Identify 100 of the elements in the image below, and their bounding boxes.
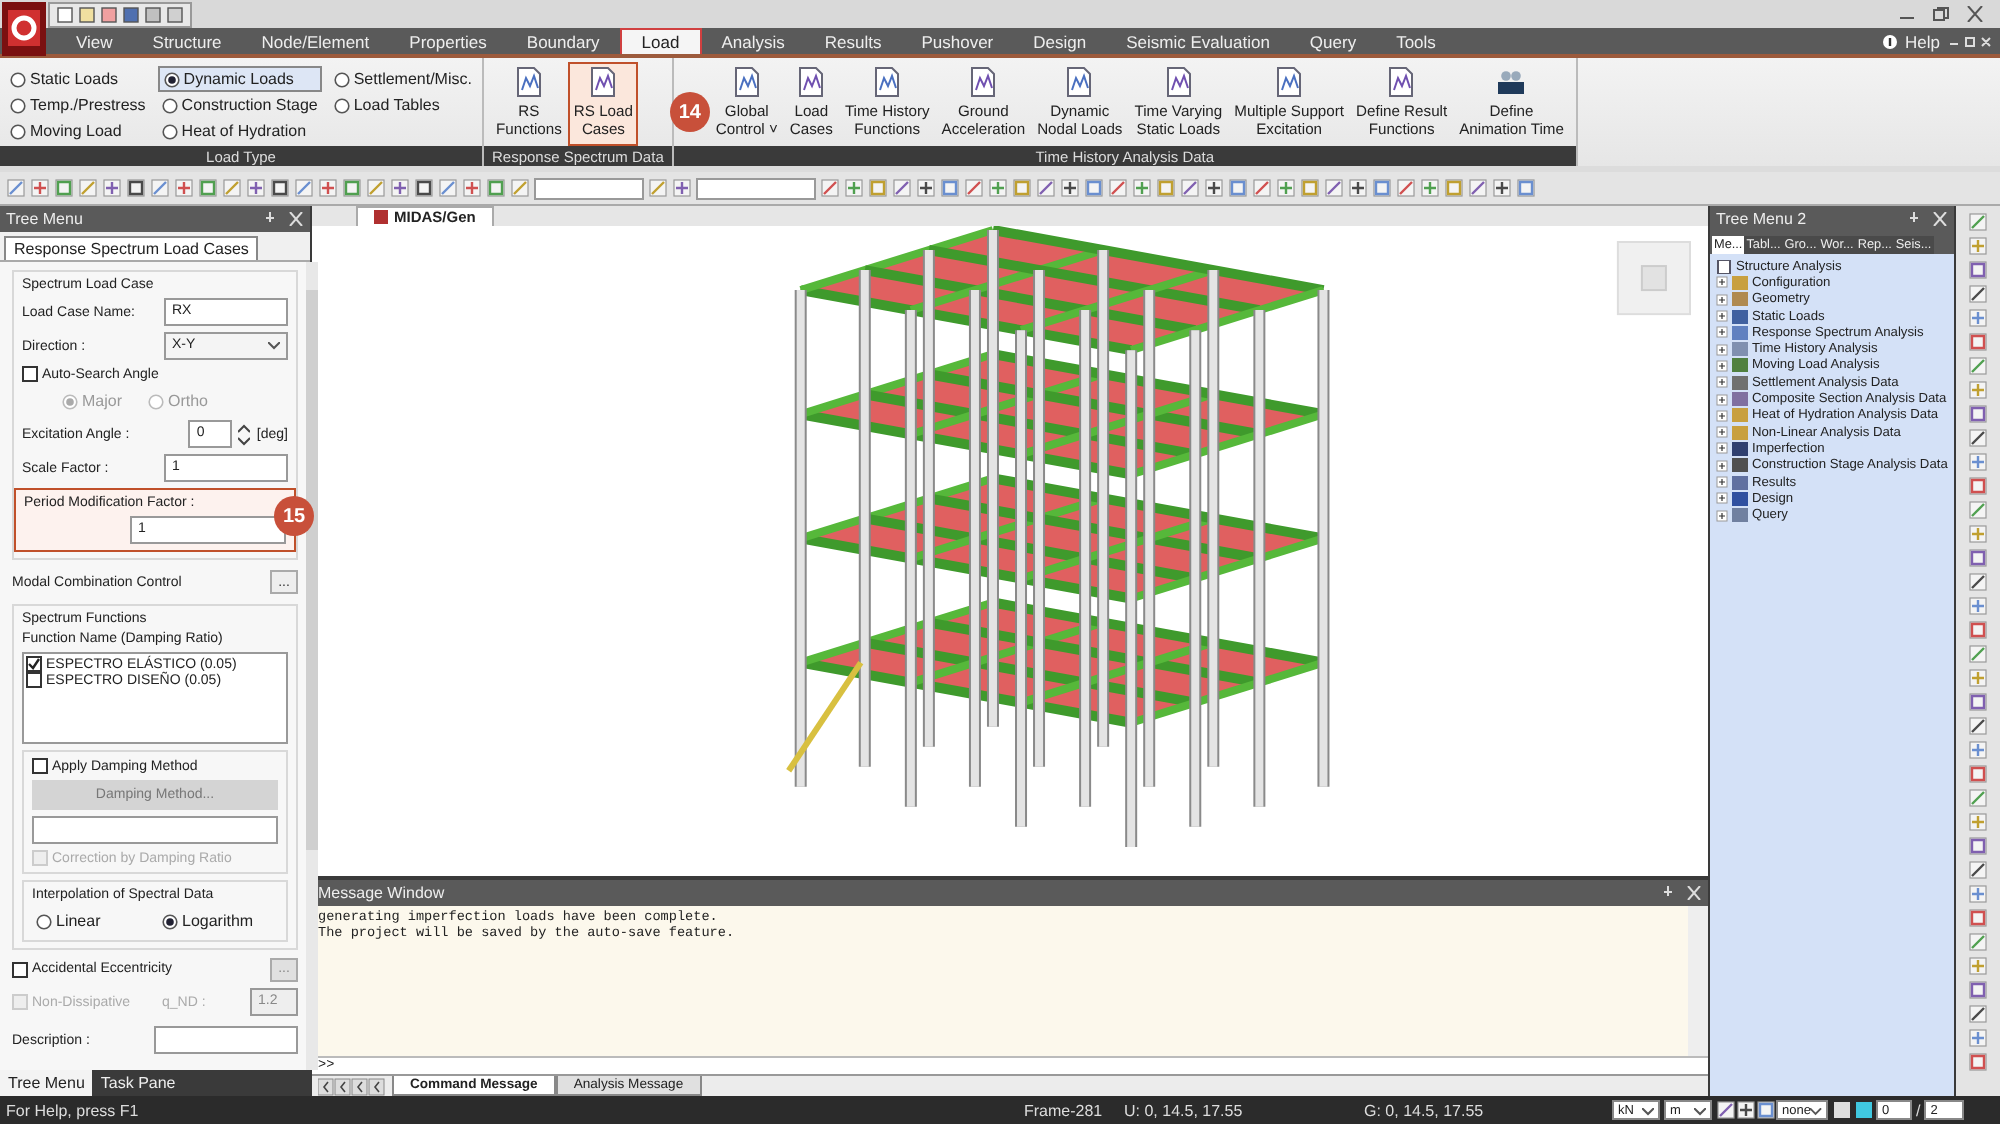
load-type-option[interactable]: Temp./Prestress xyxy=(6,92,150,118)
load-type-option[interactable]: Settlement/Misc. xyxy=(329,66,476,92)
expand-icon[interactable] xyxy=(1716,476,1728,488)
dropdown-field[interactable] xyxy=(696,177,816,199)
tool-icon[interactable] xyxy=(1348,178,1368,198)
radio-button[interactable] xyxy=(333,71,350,87)
menu-tab[interactable]: Boundary xyxy=(506,28,620,54)
chart-document-icon xyxy=(968,66,999,98)
load-type-option[interactable]: Moving Load xyxy=(6,118,150,144)
expand-icon[interactable] xyxy=(1716,459,1728,472)
menu-tab[interactable]: View xyxy=(56,28,133,54)
expand-icon[interactable] xyxy=(1716,492,1728,505)
menu-tab[interactable]: Properties xyxy=(389,28,507,54)
tool-icon[interactable] xyxy=(1968,716,1988,736)
load-type-option[interactable]: Heat of Hydration xyxy=(157,118,322,144)
tool-icon[interactable] xyxy=(1204,178,1224,198)
menu-tab[interactable]: Seismic Evaluation xyxy=(1106,28,1290,54)
radio-button[interactable] xyxy=(162,913,178,929)
input-field[interactable] xyxy=(32,816,278,844)
expand-icon[interactable] xyxy=(1716,343,1728,356)
expand-icon[interactable] xyxy=(1716,276,1728,289)
pin-close-icon[interactable] xyxy=(1662,886,1702,900)
expand-icon[interactable] xyxy=(1716,409,1728,422)
expand-icon[interactable] xyxy=(1716,293,1728,306)
panel-title: Tree Menu xyxy=(6,210,83,228)
tool-icon[interactable] xyxy=(1968,860,1988,880)
tool-icon[interactable] xyxy=(414,178,434,198)
tool-icon[interactable] xyxy=(1736,1100,1756,1120)
radio-button[interactable] xyxy=(333,97,350,113)
radio-button[interactable] xyxy=(161,123,178,139)
expand-icon[interactable] xyxy=(1716,326,1728,339)
panel-title: Message Window xyxy=(318,884,445,902)
panel-title: Tree Menu 2 xyxy=(1716,210,1807,228)
radio-button[interactable] xyxy=(161,97,178,113)
tool-icon[interactable] xyxy=(126,178,146,198)
tool-icon[interactable] xyxy=(1968,428,1988,448)
radio-option[interactable]: Linear xyxy=(32,912,152,930)
status-text: Frame-281 xyxy=(1024,1101,1105,1119)
checkbox[interactable] xyxy=(26,656,42,672)
checkbox[interactable] xyxy=(22,366,38,382)
radio-button[interactable] xyxy=(10,97,26,113)
expand-icon[interactable] xyxy=(1716,376,1728,389)
caret-icon xyxy=(1642,1108,1654,1116)
radio-button[interactable] xyxy=(10,123,26,139)
tool-icon[interactable] xyxy=(1060,178,1080,198)
tool-icon[interactable] xyxy=(1968,284,1988,304)
pin-close-icon[interactable] xyxy=(264,212,304,226)
checkbox[interactable] xyxy=(32,758,48,774)
tool-icon[interactable] xyxy=(1968,1004,1988,1024)
expand-icon[interactable] xyxy=(1716,393,1728,406)
checkbox[interactable] xyxy=(12,961,28,977)
load-type-option[interactable]: Static Loads xyxy=(6,66,150,92)
menu-tab[interactable]: Load xyxy=(619,28,702,54)
expand-icon[interactable] xyxy=(1716,442,1728,455)
panel-tab[interactable]: Tree Menu xyxy=(0,1070,93,1096)
radio-button[interactable] xyxy=(36,913,52,929)
expand-icon[interactable] xyxy=(1716,509,1728,522)
dropdown-field[interactable] xyxy=(534,177,644,199)
menu-tab[interactable]: Tools xyxy=(1376,28,1456,54)
tool-icon[interactable] xyxy=(1492,178,1512,198)
restore-icon[interactable] xyxy=(1932,6,1950,22)
info-icon[interactable] xyxy=(1832,1100,1852,1120)
tool-icon[interactable] xyxy=(916,178,936,198)
help-menu[interactable]: Help xyxy=(1905,31,1940,51)
chart-document-icon xyxy=(872,66,903,98)
film-camera-icon xyxy=(1496,66,1527,98)
load-type-option[interactable]: Dynamic Loads xyxy=(157,66,322,92)
menu-tab[interactable]: Query xyxy=(1289,28,1377,54)
tool-icon[interactable] xyxy=(1968,572,1988,592)
menu-tab[interactable]: Node/Element xyxy=(241,28,390,54)
close-icon[interactable] xyxy=(1966,6,1984,22)
menu-tab[interactable]: Structure xyxy=(132,28,242,54)
expand-icon[interactable] xyxy=(1716,359,1728,372)
menu-tab[interactable]: Analysis xyxy=(701,28,805,54)
help-icon[interactable] xyxy=(1881,33,1898,49)
radio-button[interactable] xyxy=(10,71,26,87)
radio-option[interactable]: Logarithm xyxy=(158,912,278,930)
form-tab[interactable]: Response Spectrum Load Cases xyxy=(4,236,259,260)
tab-navigation-icon[interactable] xyxy=(318,1077,386,1095)
tool-icon[interactable] xyxy=(270,178,290,198)
expand-icon[interactable] xyxy=(1716,310,1728,323)
tool-icon[interactable] xyxy=(1716,1100,1736,1120)
window-controls-icon[interactable] xyxy=(1948,35,1992,47)
menu-tab[interactable]: Pushover xyxy=(901,28,1014,54)
callout-badge: 14 xyxy=(669,92,710,132)
expand-icon[interactable] xyxy=(1716,426,1728,439)
input-field[interactable] xyxy=(154,1026,298,1054)
pin-close-icon[interactable] xyxy=(1908,212,1948,226)
load-type-option[interactable]: Load Tables xyxy=(329,92,476,118)
tool-icon[interactable] xyxy=(1756,1100,1776,1120)
menu-tab[interactable]: Results xyxy=(804,28,902,54)
load-type-option[interactable]: Construction Stage xyxy=(157,92,322,118)
panel-tab[interactable]: Task Pane xyxy=(92,1070,184,1096)
status-text: U: 0, 14.5, 17.55 xyxy=(1124,1101,1245,1119)
checkbox[interactable] xyxy=(26,672,42,688)
menu-tab[interactable]: Design xyxy=(1013,28,1107,54)
spin-icon[interactable] xyxy=(238,421,251,447)
radio-button[interactable] xyxy=(163,71,180,87)
app-logo-icon[interactable] xyxy=(2,2,46,56)
chart-document-icon xyxy=(1274,66,1305,98)
